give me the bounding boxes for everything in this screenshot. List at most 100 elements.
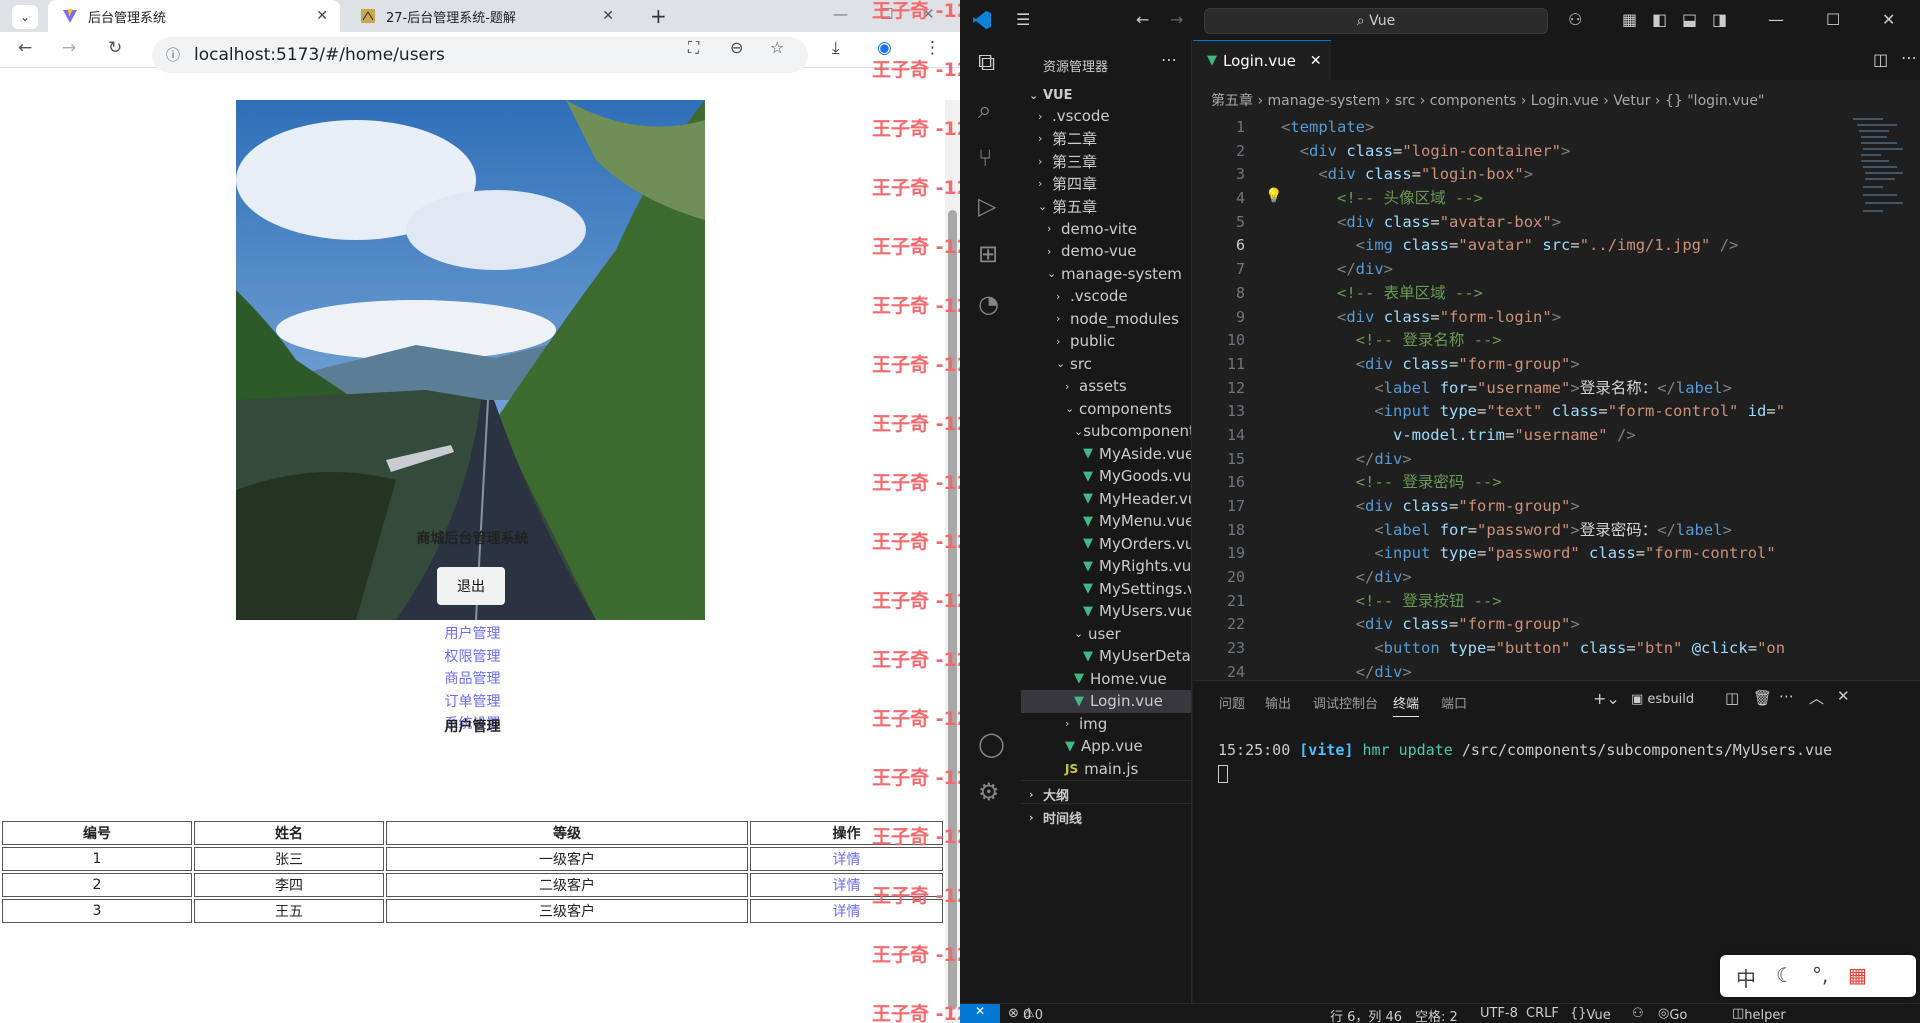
- command-center[interactable]: ⌕ Vue: [1204, 8, 1548, 34]
- panel-tab-ports[interactable]: 端口: [1441, 693, 1467, 712]
- search-icon[interactable]: ⌕: [978, 96, 991, 124]
- run-debug-icon[interactable]: ▷: [978, 192, 996, 220]
- punctuation-icon[interactable]: °,: [1812, 963, 1828, 987]
- panel-more-icon[interactable]: ⋯: [1779, 687, 1794, 705]
- explorer-folder[interactable]: › 第二章: [1021, 128, 1191, 151]
- explorer-file[interactable]: ▼ MyOrders.vue: [1021, 533, 1191, 556]
- menu-item-users[interactable]: 用户管理: [0, 623, 945, 646]
- copilot-icon[interactable]: ⚇: [1568, 10, 1582, 29]
- moon-icon[interactable]: ☾: [1776, 963, 1794, 987]
- explorer-folder[interactable]: ⌄ manage-system: [1021, 263, 1191, 286]
- encoding[interactable]: UTF-8: [1480, 1006, 1518, 1021]
- panel-tab-output[interactable]: 输出: [1265, 693, 1291, 712]
- explorer-folder[interactable]: › .vscode: [1021, 105, 1191, 128]
- ime-toolbar[interactable]: 中 ☾ °, ▦: [1720, 955, 1916, 997]
- close-window-icon[interactable]: ✕: [922, 5, 935, 23]
- new-terminal-icon[interactable]: +⌄: [1593, 689, 1620, 708]
- menu-item-rights[interactable]: 权限管理: [0, 646, 945, 669]
- explorer-folder[interactable]: › demo-vue: [1021, 240, 1191, 263]
- close-panel-icon[interactable]: ✕: [1837, 687, 1850, 705]
- explorer-file[interactable]: JS main.js: [1021, 758, 1191, 781]
- extensions-icon[interactable]: ⊞: [978, 240, 998, 268]
- code-content[interactable]: <template> <div class="login-container">…: [1281, 116, 1841, 685]
- maximize-icon[interactable]: ☐: [880, 5, 893, 23]
- profile-icon[interactable]: ◉: [877, 38, 892, 58]
- layout-icon[interactable]: ▦: [1622, 10, 1637, 29]
- explorer-file[interactable]: ▼ App.vue: [1021, 735, 1191, 758]
- detail-link[interactable]: 详情: [833, 852, 861, 868]
- close-window-icon[interactable]: ✕: [1882, 10, 1895, 29]
- menu-dots-icon[interactable]: ⋮: [924, 38, 941, 58]
- editor-more-icon[interactable]: ⋯: [1901, 48, 1917, 67]
- close-editor-icon[interactable]: ✕: [1310, 53, 1322, 69]
- indentation[interactable]: 空格: 2: [1415, 1006, 1458, 1023]
- explorer-file[interactable]: ▼ MyUsers.vue: [1021, 600, 1191, 623]
- problems-status[interactable]: ⊗ 0 ⚠ 0: [1008, 1006, 1043, 1023]
- minimize-icon[interactable]: —: [833, 5, 848, 23]
- minimize-icon[interactable]: —: [1768, 10, 1784, 29]
- terminal-selector[interactable]: ▣ esbuild: [1631, 692, 1694, 707]
- golive-button[interactable]: ◎ Go Live: [1658, 1006, 1687, 1023]
- maximize-icon[interactable]: ☐: [1826, 10, 1840, 29]
- split-editor-icon[interactable]: ◫: [1873, 50, 1888, 69]
- minimap[interactable]: [1853, 116, 1903, 276]
- download-icon[interactable]: ⤓: [832, 38, 840, 58]
- explorer-file[interactable]: ▼ MyHeader.vue: [1021, 488, 1191, 511]
- explorer-file[interactable]: ▼ MyMenu.vue: [1021, 510, 1191, 533]
- toggle-sidebar-icon[interactable]: ◧: [1652, 10, 1667, 29]
- explorer-file[interactable]: ▼ MyAside.vue: [1021, 443, 1191, 466]
- close-tab-icon[interactable]: ✕: [602, 8, 614, 24]
- explorer-folder[interactable]: › .vscode: [1021, 285, 1191, 308]
- remote-icon[interactable]: ✕: [960, 1004, 1000, 1023]
- explorer-file[interactable]: ▼ Login.vue: [1021, 690, 1191, 713]
- explorer-folder[interactable]: › assets: [1021, 375, 1191, 398]
- panel-tab-debug-console[interactable]: 调试控制台: [1313, 693, 1378, 712]
- maximize-panel-icon[interactable]: ︿: [1809, 687, 1824, 708]
- ime-mode[interactable]: 中: [1736, 963, 1756, 992]
- explorer-folder[interactable]: › img: [1021, 713, 1191, 736]
- explorer-file[interactable]: ▼ MySettings.vue: [1021, 578, 1191, 601]
- menu-item-goods[interactable]: 商品管理: [0, 668, 945, 691]
- nav-forward-icon[interactable]: →: [1170, 10, 1183, 29]
- explorer-file[interactable]: ▼ MyRights.vue: [1021, 555, 1191, 578]
- timeline-section[interactable]: › 时间线: [1021, 803, 1191, 830]
- trash-icon[interactable]: 🗑: [1753, 689, 1772, 707]
- explorer-icon[interactable]: ⧉: [978, 48, 995, 76]
- address-bar[interactable]: ⓘ localhost:5173/#/home/users: [152, 37, 808, 73]
- more-actions-icon[interactable]: ⋯: [1161, 50, 1177, 69]
- explorer-file[interactable]: ▼ Home.vue: [1021, 668, 1191, 691]
- nav-back-icon[interactable]: ←: [1136, 10, 1149, 29]
- tab-search-button[interactable]: ⌄: [12, 5, 38, 29]
- editor-tab-active[interactable]: ▼ Login.vue ✕: [1193, 40, 1331, 80]
- menu-item-orders[interactable]: 订单管理: [0, 691, 945, 714]
- panel-tab-problems[interactable]: 问题: [1219, 693, 1245, 712]
- explorer-folder[interactable]: › public: [1021, 330, 1191, 353]
- explorer-folder[interactable]: › 第三章: [1021, 150, 1191, 173]
- reload-icon[interactable]: ↻: [108, 38, 122, 58]
- explorer-file[interactable]: ▼ MyUserDetail....: [1021, 645, 1191, 668]
- ime-grid-icon[interactable]: ▦: [1848, 963, 1867, 987]
- bookmark-star-icon[interactable]: ☆: [770, 38, 784, 57]
- toggle-panel-icon[interactable]: ⬓: [1682, 10, 1697, 29]
- explorer-folder[interactable]: ⌄ user: [1021, 623, 1191, 646]
- translate-icon[interactable]: ⛶: [688, 38, 699, 58]
- explorer-folder[interactable]: ⌄ subcomponents: [1021, 420, 1191, 443]
- account-icon[interactable]: ◯: [978, 730, 1005, 758]
- terminal-output[interactable]: 15:25:00 [vite] hmr update /src/componen…: [1218, 741, 1832, 759]
- cursor-position[interactable]: 行 6，列 46: [1330, 1006, 1402, 1023]
- explorer-folder[interactable]: ⌄ 第五章: [1021, 195, 1191, 218]
- explorer-folder[interactable]: ⌄ src: [1021, 353, 1191, 376]
- edge-icon[interactable]: ◔: [978, 290, 999, 318]
- site-info-icon[interactable]: ⓘ: [166, 45, 180, 65]
- page-scrollbar[interactable]: [945, 100, 960, 1023]
- split-terminal-icon[interactable]: ◫: [1725, 689, 1739, 707]
- eol[interactable]: CRLF: [1526, 1006, 1559, 1021]
- lightbulb-icon[interactable]: 💡: [1265, 188, 1282, 204]
- detail-link[interactable]: 详情: [833, 904, 861, 920]
- new-tab-icon[interactable]: +: [650, 4, 667, 28]
- settings-gear-icon[interactable]: ⚙: [978, 778, 1000, 806]
- source-control-icon[interactable]: ⑂: [978, 144, 992, 172]
- explorer-folder[interactable]: › demo-vite: [1021, 218, 1191, 241]
- back-icon[interactable]: ←: [18, 38, 32, 58]
- panel-tab-terminal[interactable]: 终端: [1393, 693, 1420, 717]
